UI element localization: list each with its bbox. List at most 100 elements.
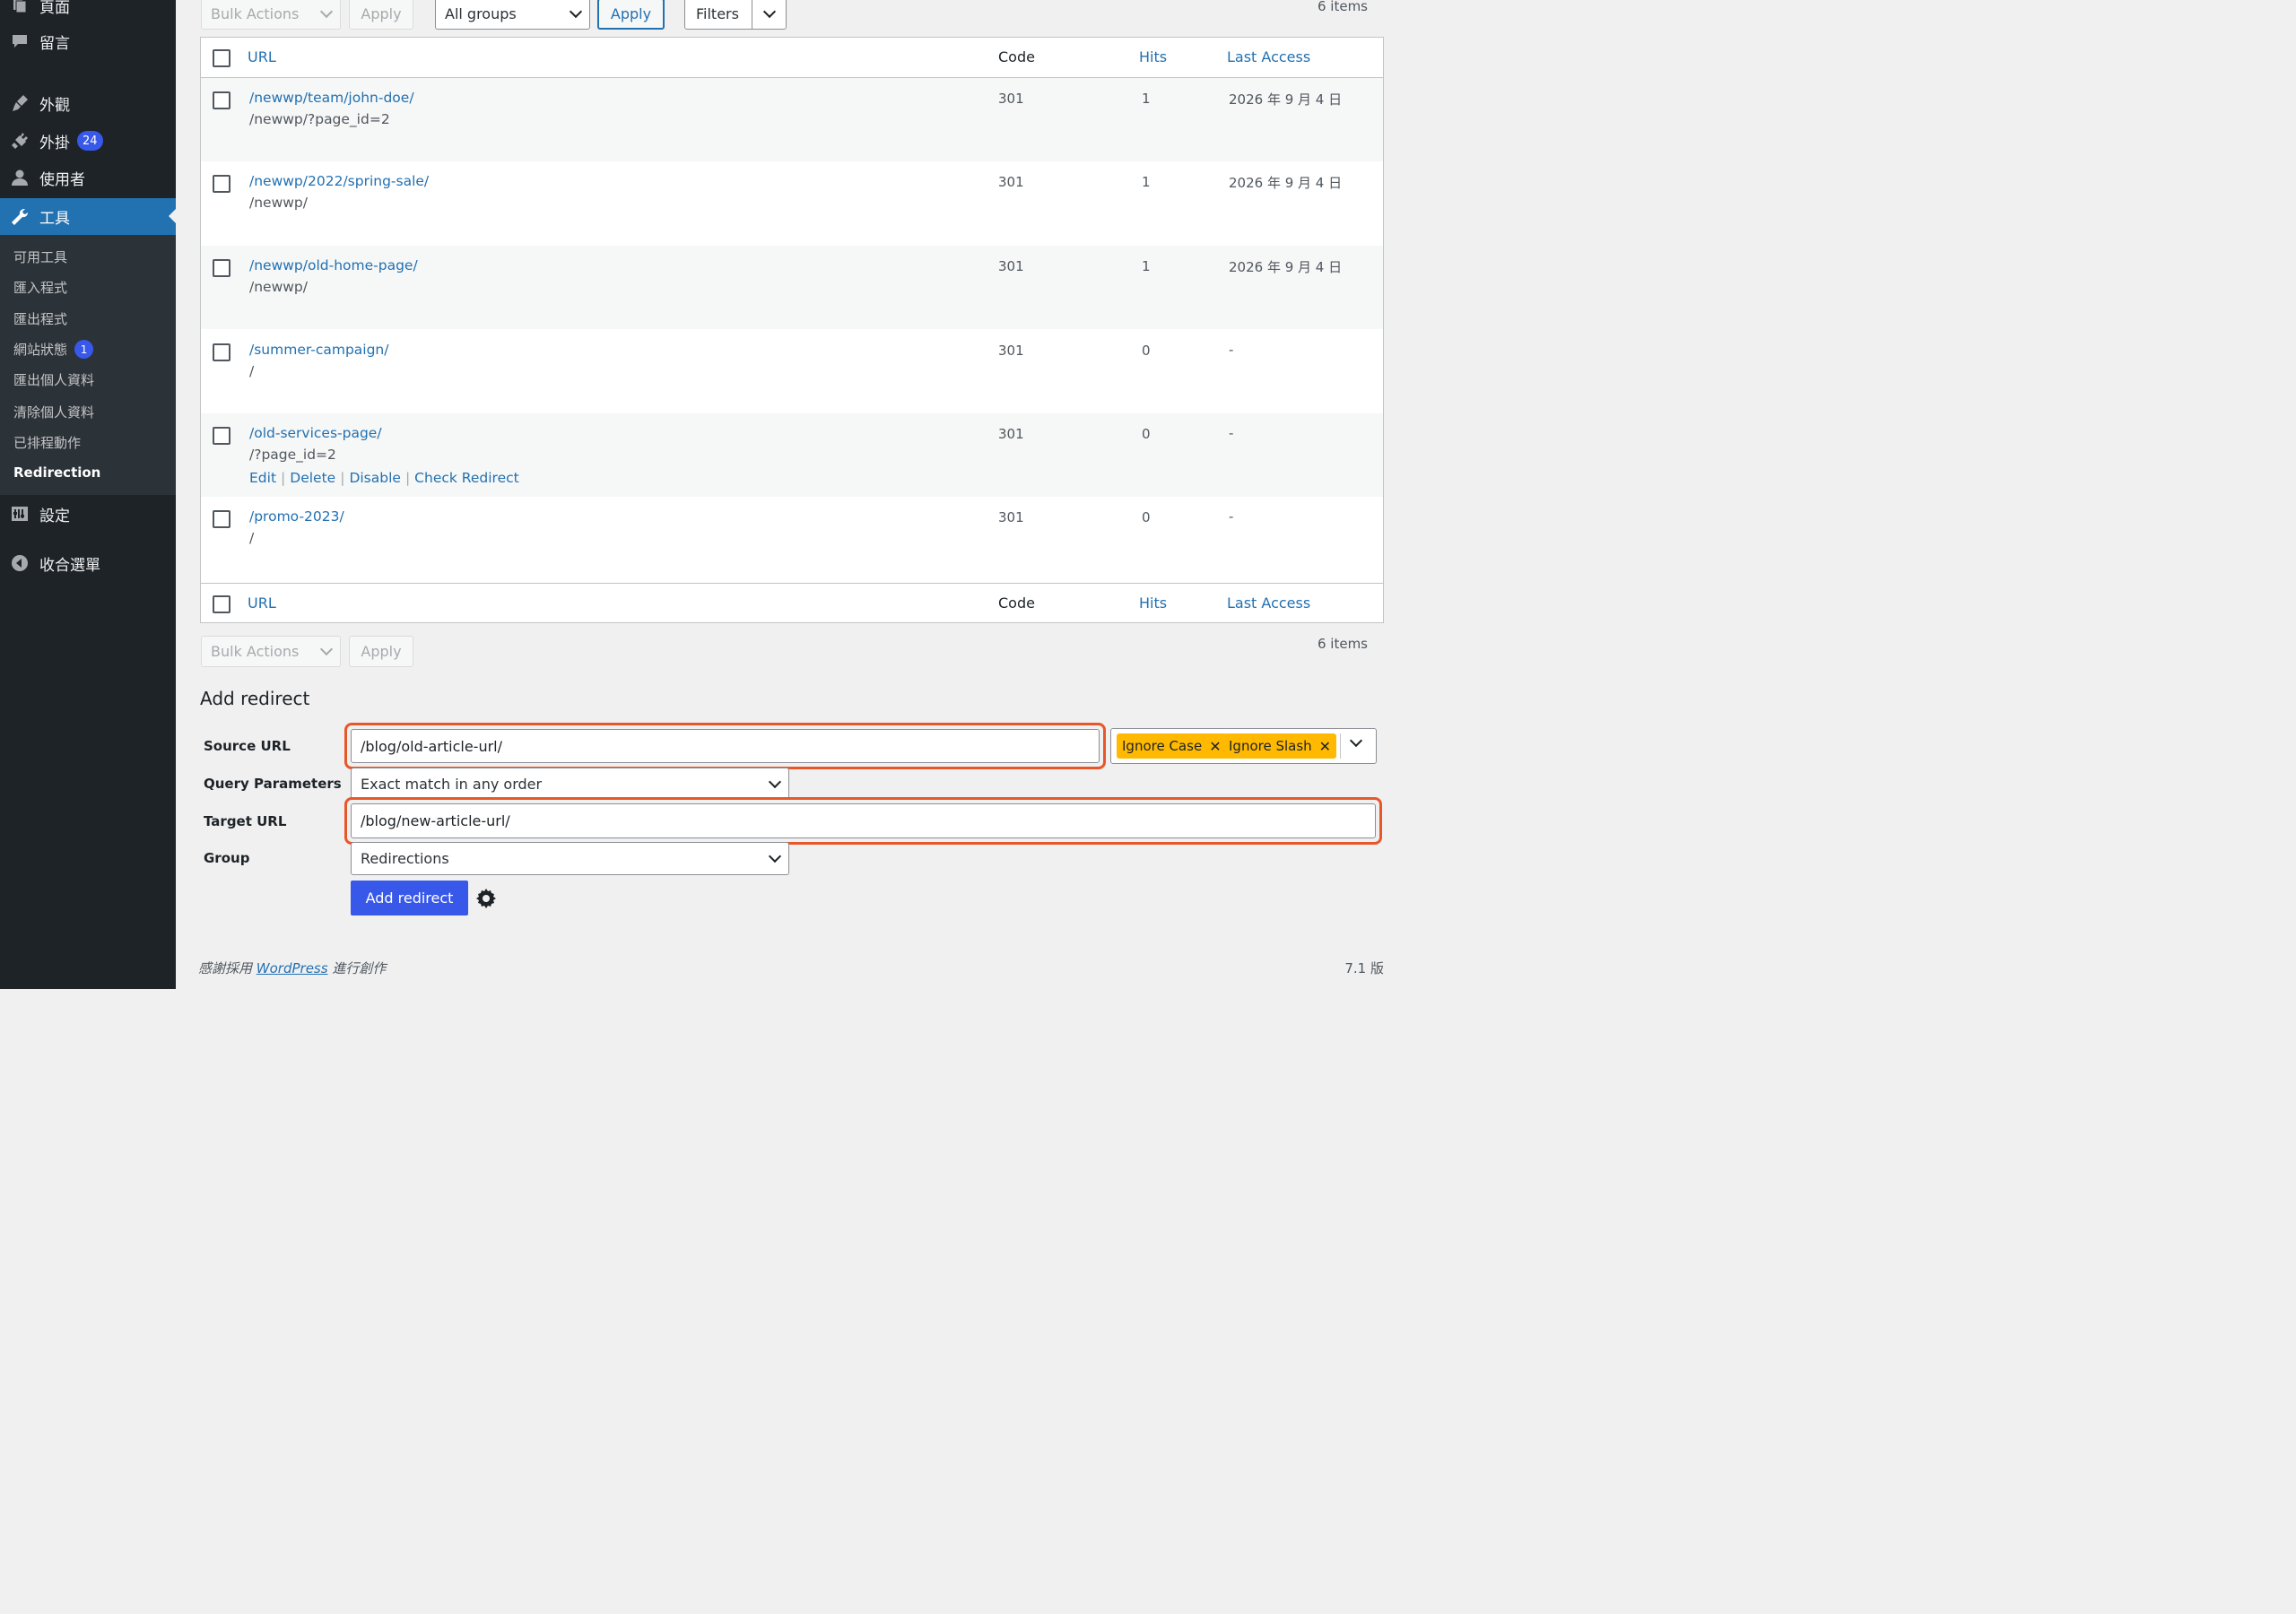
wordpress-link[interactable]: WordPress (257, 960, 328, 976)
source-url-label: Source URL (204, 738, 291, 754)
bulk-actions-label: Bulk Actions (211, 5, 300, 22)
row-last-access: 2026 年 9 月 4 日 (1229, 259, 1343, 275)
submenu-site-health[interactable]: 網站狀態 1 (13, 340, 94, 359)
menu-item-plugins[interactable]: 外掛 24 (0, 123, 176, 159)
group-select-value: Redirections (361, 850, 449, 867)
column-last-access-footer[interactable]: Last Access (1227, 594, 1310, 612)
remove-tag-icon[interactable]: ✕ (1209, 738, 1221, 755)
column-url[interactable]: URL (248, 48, 276, 65)
footer-thanks: 感謝採用 WordPress 進行創作 (198, 959, 386, 977)
submenu-redirection[interactable]: Redirection (13, 464, 100, 481)
menu-item-users[interactable]: 使用者 (0, 160, 176, 195)
row-hits: 0 (1142, 426, 1151, 442)
delete-action-link[interactable]: Delete (290, 470, 335, 486)
table-header: URL Code Hits Last Access (201, 38, 1383, 78)
row-hits: 1 (1142, 91, 1151, 107)
tag-label: Ignore Case (1122, 738, 1203, 754)
row-checkbox[interactable] (213, 91, 230, 109)
check-redirect-action-link[interactable]: Check Redirect (414, 470, 519, 486)
menu-label: 頁面 (39, 0, 70, 17)
query-parameters-select[interactable]: Exact match in any order (351, 768, 789, 800)
row-last-access: - (1229, 342, 1234, 358)
comments-icon (10, 31, 30, 51)
source-url-link[interactable]: /newwp/team/john-doe/ (249, 90, 414, 106)
menu-label: 使用者 (39, 170, 85, 189)
select-all-checkbox-footer[interactable] (213, 595, 230, 613)
source-url-link[interactable]: /newwp/2022/spring-sale/ (249, 173, 429, 189)
row-actions: Edit | Delete | Disable | Check Redirect (249, 470, 519, 486)
group-label: Group (204, 850, 250, 866)
ignore-slash-tag[interactable]: Ignore Slash ✕ (1223, 733, 1337, 759)
bulk-apply-button[interactable]: Apply (349, 0, 413, 30)
select-all-checkbox[interactable] (213, 49, 230, 67)
query-parameters-label: Query Parameters (204, 776, 342, 792)
add-redirect-heading: Add redirect (200, 688, 310, 709)
row-code: 301 (998, 343, 1024, 359)
submenu-export[interactable]: 匯出程式 (13, 309, 67, 328)
table-footer: URL Code Hits Last Access (201, 583, 1383, 622)
users-icon (10, 168, 30, 187)
chevron-down-icon (319, 4, 334, 19)
column-hits[interactable]: Hits (1139, 48, 1167, 65)
row-hits: 1 (1142, 258, 1151, 274)
source-url-link[interactable]: /newwp/old-home-page/ (249, 257, 418, 273)
menu-item-appearance[interactable]: 外觀 (0, 85, 176, 121)
bulk-actions-select[interactable]: Bulk Actions (201, 0, 341, 30)
add-redirect-button[interactable]: Add redirect (351, 881, 468, 915)
source-url-input[interactable]: /blog/old-article-url/ (351, 729, 1100, 763)
options-toggle[interactable] (1349, 733, 1363, 748)
row-code: 301 (998, 174, 1024, 190)
target-url-input[interactable]: /blog/new-article-url/ (351, 803, 1376, 838)
disable-action-link[interactable]: Disable (349, 470, 401, 486)
filters-toggle[interactable] (752, 0, 786, 29)
group-apply-button[interactable]: Apply (597, 0, 665, 30)
column-url-footer[interactable]: URL (248, 594, 276, 612)
menu-label: 收合選單 (39, 556, 100, 575)
table-row: /promo-2023/ / 301 0 - (201, 497, 1383, 580)
groups-filter-select[interactable]: All groups (435, 0, 590, 30)
source-url-link[interactable]: /summer-campaign/ (249, 342, 388, 358)
submenu-export-personal-data[interactable]: 匯出個人資料 (13, 370, 94, 389)
gear-icon[interactable] (475, 888, 497, 909)
source-url-link[interactable]: /old-services-page/ (249, 425, 382, 441)
remove-tag-icon[interactable]: ✕ (1319, 738, 1331, 755)
submenu-available-tools[interactable]: 可用工具 (13, 247, 67, 266)
menu-item-settings[interactable]: 設定 (0, 496, 176, 532)
row-last-access: - (1229, 508, 1234, 525)
menu-label: 設定 (39, 507, 70, 525)
group-select[interactable]: Redirections (351, 842, 789, 875)
collapse-menu-button[interactable]: 收合選單 (0, 545, 176, 581)
footer-version: 7.1 版 (1344, 960, 1384, 976)
bulk-actions-select-bottom[interactable]: Bulk Actions (201, 636, 341, 667)
column-last-access[interactable]: Last Access (1227, 48, 1310, 65)
menu-label: 外掛 (39, 134, 70, 152)
menu-item-tools[interactable]: 工具 (0, 198, 176, 235)
row-code: 301 (998, 509, 1024, 525)
target-url: / (249, 363, 255, 379)
row-checkbox[interactable] (213, 427, 230, 445)
row-checkbox[interactable] (213, 259, 230, 277)
bulk-actions-label: Bulk Actions (211, 643, 300, 660)
column-hits-footer[interactable]: Hits (1139, 594, 1167, 612)
row-hits: 0 (1142, 343, 1151, 359)
ignore-case-tag[interactable]: Ignore Case ✕ (1117, 733, 1227, 759)
menu-item-pages[interactable]: 頁面 (0, 0, 176, 23)
menu-item-comments[interactable]: 留言 (0, 23, 176, 59)
table-row: /newwp/2022/spring-sale/ /newwp/ 301 1 2… (201, 161, 1383, 245)
row-code: 301 (998, 91, 1024, 107)
source-url-link[interactable]: /promo-2023/ (249, 508, 344, 525)
edit-action-link[interactable]: Edit (249, 470, 276, 486)
submenu-import[interactable]: 匯入程式 (13, 278, 67, 297)
row-checkbox[interactable] (213, 175, 230, 193)
submenu-erase-personal-data[interactable]: 清除個人資料 (13, 403, 94, 421)
bulk-apply-button-bottom[interactable]: Apply (349, 636, 413, 667)
table-row: /old-services-page/ /?page_id=2 Edit | D… (201, 413, 1383, 497)
row-checkbox[interactable] (213, 343, 230, 361)
divider (1340, 733, 1341, 759)
row-checkbox[interactable] (213, 510, 230, 528)
submenu-label: 網站狀態 (13, 342, 68, 358)
filters-dropdown[interactable]: Filters (684, 0, 787, 30)
submenu-scheduled-actions[interactable]: 已排程動作 (13, 433, 81, 452)
action-separator: | (340, 470, 345, 486)
target-url: /newwp/?page_id=2 (249, 111, 390, 127)
